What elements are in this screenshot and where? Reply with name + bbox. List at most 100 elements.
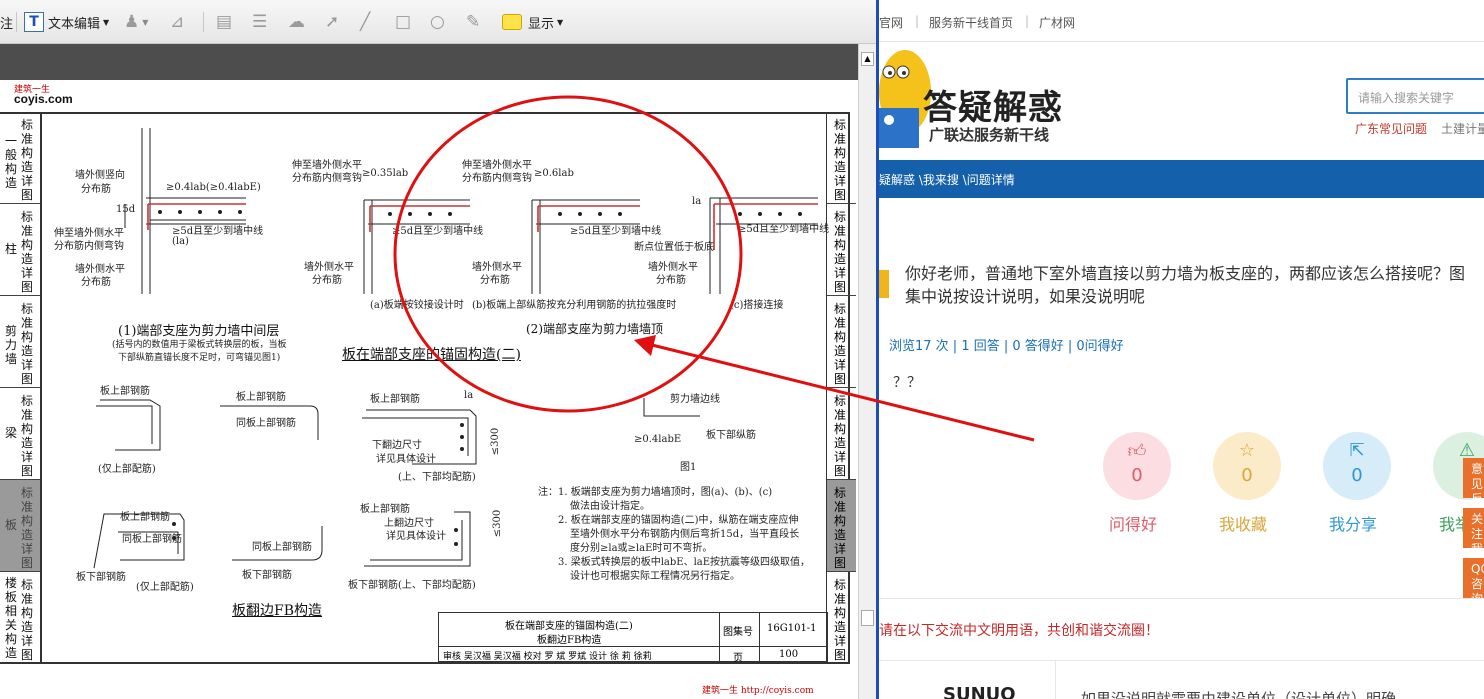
- drawing-label: 15d: [116, 204, 136, 215]
- show-label: 显示: [528, 16, 555, 32]
- note-line: 3. 梁板式转换层的板中labE、laE按抗震等级四级取值，: [558, 557, 811, 568]
- question-marker: [879, 270, 889, 298]
- callout-icon: ▤: [216, 12, 233, 32]
- drawing-label: ≥5d且至少到墙中线: [738, 224, 830, 235]
- note-line: 设计也可根据实际工程情况另行指定。: [570, 571, 740, 582]
- stamp-button[interactable]: ♟ ▼: [124, 10, 148, 34]
- ellipse-icon: ○: [430, 12, 445, 32]
- drawing-label: 分布筋: [81, 277, 111, 288]
- drawing-label: 详见具体设计: [376, 454, 436, 465]
- drawing-label: 板下部钢筋(上、下部均配筋): [348, 580, 476, 591]
- brand-subtitle: 广联达服务新干线: [929, 126, 1050, 144]
- feedback-float-button[interactable]: 意见反馈: [1463, 458, 1484, 521]
- show-menu-button[interactable]: 显示 ▼: [502, 10, 563, 34]
- arrow-icon: ➚: [325, 12, 340, 32]
- hot-link-civil-measure[interactable]: 土建计量: [1441, 120, 1484, 137]
- drawing-label: 分布筋: [480, 275, 510, 286]
- section-divider: [879, 598, 1484, 599]
- drawing-label: (b)板端上部纵筋按充分利用钢筋的抗拉强度时: [472, 300, 677, 311]
- drawing-label: 同板上部钢筋: [122, 534, 182, 545]
- drawing-label: 板上部钢筋: [120, 512, 170, 523]
- pdf-vertical-scrollbar[interactable]: ▲: [858, 44, 876, 699]
- drawing-label: 分布筋内侧弯钩: [54, 241, 124, 252]
- share-button[interactable]: ⇱ 0: [1323, 432, 1391, 500]
- drawing-label: ≥5d且至少到墙中线: [392, 226, 484, 237]
- arrow-tool-button[interactable]: ➚: [325, 10, 339, 34]
- text-box-icon: ⊿: [170, 12, 185, 32]
- drawing-label: 剪力墙边线: [670, 394, 720, 405]
- text-box-button[interactable]: ⊿: [170, 10, 184, 34]
- top-link-separator: |: [915, 14, 920, 28]
- ellipse-tool-button[interactable]: ○: [430, 10, 445, 34]
- top-link-bar: 官网 | 服务新干线首页 | 广材网: [879, 0, 1484, 42]
- text-edit-button[interactable]: T 文本编辑 ▼: [24, 10, 109, 34]
- thumbs-up-icon: 👍︎: [1127, 441, 1147, 462]
- caption-main-title: 板在端部支座的锚固构造(二): [342, 347, 521, 363]
- scroll-thumb[interactable]: [861, 610, 874, 626]
- cloud-button[interactable]: ☁: [288, 10, 305, 34]
- drawing-label: 板上部钢筋: [100, 386, 150, 397]
- line-icon: ╱: [360, 12, 371, 32]
- caption-wall-top: (2)端部支座为剪力墙墙顶: [526, 322, 663, 336]
- breadcrumb[interactable]: 疑解惑 \我来搜 \问题详情: [879, 171, 1015, 188]
- drawing-label: ≥0.35lab: [362, 168, 409, 179]
- share-label[interactable]: 我分享: [1329, 511, 1377, 535]
- note-button[interactable]: ☰: [252, 10, 267, 34]
- ask-good-button[interactable]: 👍︎ 0: [1103, 432, 1171, 500]
- line-tool-button[interactable]: ╱: [360, 10, 370, 34]
- drawing-label: 图1: [680, 462, 697, 473]
- answer-user-name[interactable]: SUNUO: [943, 684, 1016, 699]
- rectangle-icon: □: [395, 12, 412, 32]
- atlas-label: 图集号: [723, 627, 753, 638]
- top-link-material-net[interactable]: 广材网: [1039, 14, 1075, 31]
- ask-good-label[interactable]: 问得好: [1109, 511, 1157, 535]
- drawing-label: ≥5d且至少到墙中线: [570, 226, 662, 237]
- comment-icon: [502, 14, 522, 30]
- favorite-label[interactable]: 我收藏: [1219, 511, 1267, 535]
- note-line: 度分别≥la或≥laE时可不弯折。: [570, 543, 713, 554]
- qq-consult-float-button[interactable]: QQ咨询: [1463, 558, 1484, 606]
- drawing-label: 分布筋: [312, 275, 342, 286]
- drawing-label: 断点位置低于板底: [634, 242, 714, 253]
- question-body: ？？: [893, 375, 921, 391]
- drawing-label: ≤300: [490, 427, 502, 456]
- brand-header: 答疑解惑 广联达服务新干线 请输入搜索关键字 广东常见问题 土建计量: [879, 42, 1484, 160]
- section-divider: [879, 660, 1484, 661]
- title-block-divider: [719, 613, 720, 661]
- note-line: 至墙外侧水平分布钢筋内侧后弯折15d，当平直段长: [570, 529, 800, 540]
- page-label: 页: [733, 653, 743, 664]
- pdf-footer-watermark: 建筑一生 http://coyis.com: [702, 686, 814, 696]
- brand-title: 答疑解惑: [923, 88, 1063, 128]
- callout-button[interactable]: ▤: [216, 10, 232, 34]
- drawing-label: 下翻边尺寸: [372, 440, 422, 451]
- drawing-label: (上、下部均配筋): [398, 472, 476, 483]
- title-block-title: 板在端部支座的锚固构造(二): [505, 621, 633, 632]
- rectangle-tool-button[interactable]: □: [395, 10, 411, 34]
- top-link-official[interactable]: 官网: [879, 14, 903, 31]
- top-link-separator: |: [1025, 14, 1030, 28]
- hot-link-guangdong[interactable]: 广东常见问题: [1355, 120, 1427, 137]
- drawing-label: ≥0.4lab(≥0.4labE): [166, 182, 261, 193]
- qa-web-page: 官网 | 服务新干线首页 | 广材网 答疑解惑 广联达服务新干线 请输入搜索关键…: [876, 0, 1484, 699]
- follow-us-float-button[interactable]: 关注我们: [1463, 508, 1484, 571]
- drawing-label: ≥5d且至少到墙中线: [172, 226, 264, 237]
- question-stats[interactable]: 浏览17 次 | 1 回答 | 0 答得好 | 0问得好: [889, 335, 1124, 354]
- note-line: 做法由设计指定。: [570, 501, 650, 512]
- drawing-label: (c)搭接连接: [730, 300, 784, 311]
- title-block-title: 板翻边FB构造: [537, 635, 602, 646]
- page-number: 100: [779, 649, 799, 660]
- star-icon: ☆: [1238, 440, 1256, 461]
- note-icon: ☰: [252, 12, 268, 32]
- favorite-button[interactable]: ☆ 0: [1213, 432, 1281, 500]
- scroll-up-arrow[interactable]: ▲: [861, 52, 874, 66]
- caption-note-line: 下部纵筋直锚长度不足时，可弯锚见图1): [118, 353, 281, 363]
- search-input[interactable]: 请输入搜索关键字: [1346, 78, 1484, 114]
- pdf-viewer-window: 注 T 文本编辑 ▼ ♟ ▼ ⊿ ▤ ☰ ☁ ➚ ╱ □ ○ ✎ 显示 ▼ ▲ 建…: [0, 0, 876, 699]
- pencil-tool-button[interactable]: ✎: [466, 10, 480, 34]
- drawing-label: 分布筋: [656, 275, 686, 286]
- top-link-service-home[interactable]: 服务新干线首页: [929, 14, 1013, 31]
- nav-bar: 疑解惑 \我来搜 \问题详情: [879, 160, 1484, 198]
- toolbar-separator: [203, 12, 204, 32]
- drawing-label: 板下部纵筋: [706, 430, 756, 441]
- text-edit-icon: T: [24, 12, 44, 32]
